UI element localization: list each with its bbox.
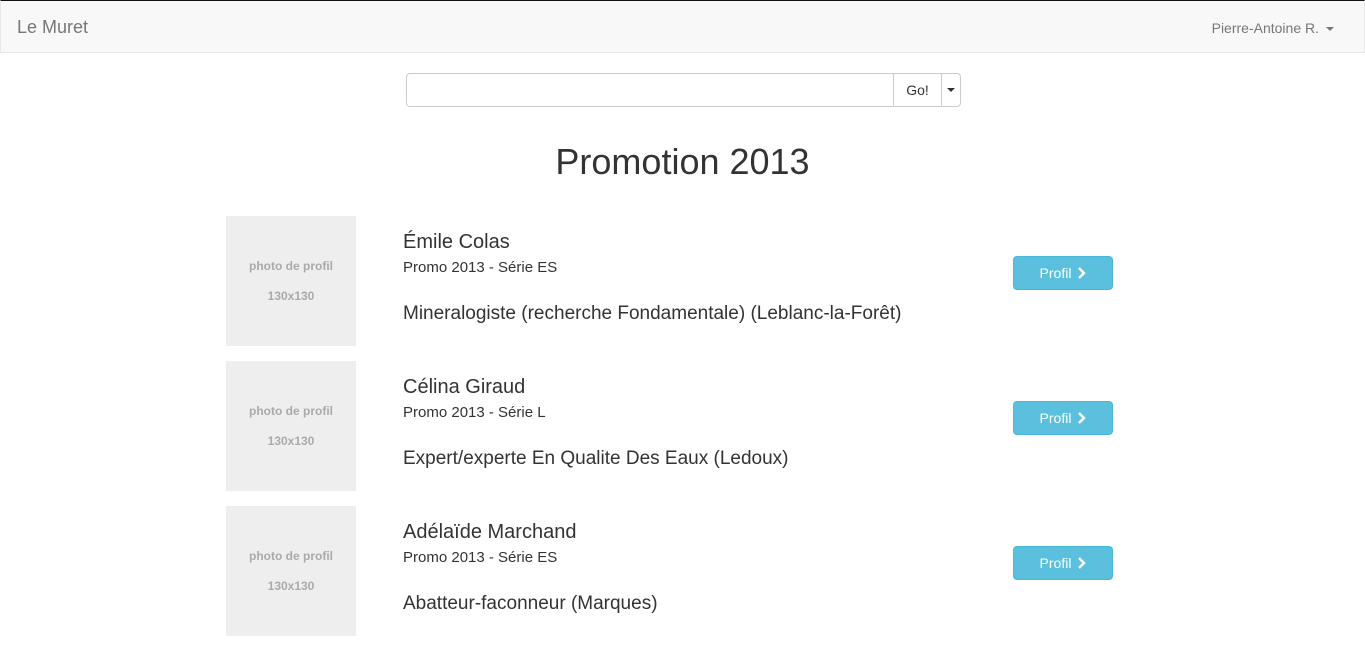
- profil-button[interactable]: Profil: [1013, 546, 1113, 580]
- photo-size: 130x130: [267, 289, 315, 303]
- chevron-right-icon: [1078, 267, 1087, 279]
- page-title: Promotion 2013: [555, 141, 810, 182]
- profile-photo-placeholder: photo de profil 130x130: [226, 361, 356, 491]
- list-item: photo de profil 130x130 Émile Colas Prom…: [226, 216, 1126, 346]
- profil-button[interactable]: Profil: [1013, 401, 1113, 435]
- profile-photo-placeholder: photo de profil 130x130: [226, 216, 356, 346]
- profil-button-label: Profil: [1039, 265, 1072, 281]
- photo-label: photo de profil: [249, 549, 333, 563]
- search-input[interactable]: [406, 73, 893, 107]
- person-name: Célina Giraud: [403, 376, 526, 398]
- chevron-right-icon: [1078, 412, 1087, 424]
- person-name: Émile Colas: [403, 231, 510, 253]
- profil-button-label: Profil: [1039, 555, 1072, 571]
- go-button[interactable]: Go!: [893, 73, 942, 107]
- photo-size: 130x130: [267, 434, 315, 448]
- person-name: Adélaïde Marchand: [403, 521, 577, 543]
- photo-label: photo de profil: [249, 404, 333, 418]
- profil-button-label: Profil: [1039, 410, 1072, 426]
- brand-link[interactable]: Le Muret: [17, 17, 88, 37]
- list-item: photo de profil 130x130 Célina Giraud Pr…: [226, 361, 1126, 491]
- person-promo: Promo 2013 - Série L: [403, 404, 546, 421]
- photo-label: photo de profil: [249, 259, 333, 273]
- navbar: Le Muret Pierre-Antoine R.: [0, 0, 1365, 53]
- caret-down-icon: [1326, 27, 1334, 31]
- profil-button[interactable]: Profil: [1013, 256, 1113, 290]
- person-job: Expert/experte En Qualite Des Eaux (Ledo…: [403, 448, 789, 469]
- person-promo: Promo 2013 - Série ES: [403, 549, 558, 566]
- user-menu-dropdown[interactable]: Pierre-Antoine R.: [1212, 19, 1334, 37]
- chevron-right-icon: [1078, 557, 1087, 569]
- person-job: Mineralogiste (recherche Fondamentale) (…: [403, 303, 902, 324]
- caret-down-icon: [947, 88, 955, 92]
- list-item: photo de profil 130x130 Adélaïde Marchan…: [226, 506, 1126, 636]
- search-options-dropdown[interactable]: [942, 73, 961, 107]
- user-name: Pierre-Antoine R.: [1211, 20, 1319, 36]
- search-group: Go!: [406, 73, 961, 107]
- profile-photo-placeholder: photo de profil 130x130: [226, 506, 356, 636]
- photo-size: 130x130: [267, 579, 315, 593]
- person-promo: Promo 2013 - Série ES: [403, 259, 558, 276]
- person-job: Abatteur-faconneur (Marques): [403, 593, 658, 614]
